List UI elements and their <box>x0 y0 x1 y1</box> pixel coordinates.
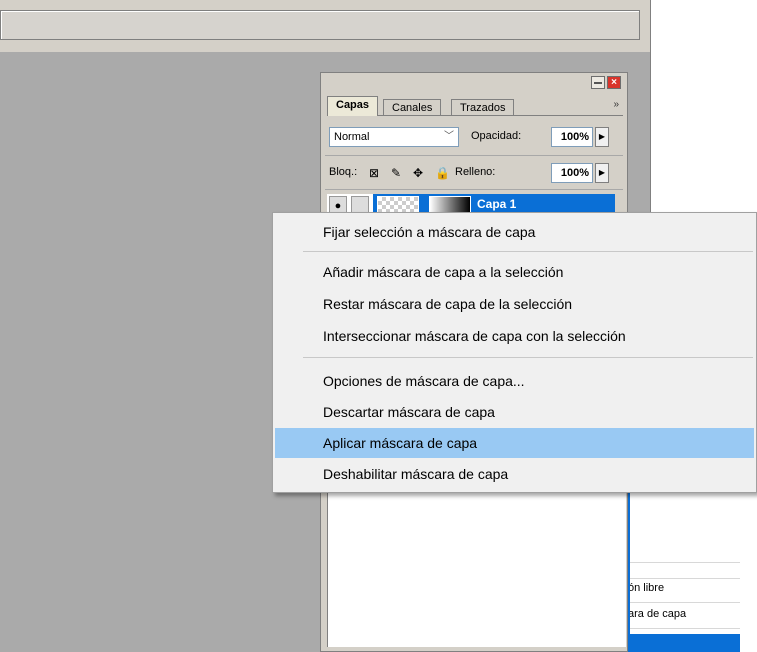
menu-item-restar-mascara[interactable]: Restar máscara de capa de la selección <box>275 289 754 319</box>
menu-separator <box>303 357 753 358</box>
options-field[interactable] <box>0 10 640 40</box>
history-panel-border <box>628 490 630 652</box>
opacity-input[interactable]: 100% <box>551 127 593 147</box>
blend-mode-value: Normal <box>334 131 370 143</box>
menu-item-anadir-mascara[interactable]: Añadir máscara de capa a la selección <box>275 257 754 287</box>
history-item[interactable]: ara de capa <box>628 608 686 620</box>
history-item[interactable]: ón libre <box>628 582 664 594</box>
close-icon[interactable]: × <box>607 76 621 89</box>
panel-titlebar[interactable]: × <box>321 73 627 93</box>
fill-arrow-icon[interactable]: ▶ <box>595 163 609 183</box>
lock-brush-icon[interactable]: ✎ <box>391 167 403 179</box>
menu-separator <box>303 251 753 252</box>
layer-name: Capa 1 <box>477 197 517 211</box>
context-menu: Fijar selección a máscara de capa Añadir… <box>272 212 757 493</box>
panel-tabs: Capas Canales Trazados » <box>327 95 623 116</box>
panel-divider <box>325 155 623 156</box>
panel-menu-icon[interactable]: » <box>613 99 619 110</box>
lock-all-icon[interactable]: 🔒 <box>435 167 450 179</box>
options-bar <box>0 0 651 52</box>
tab-canales[interactable]: Canales <box>383 99 442 115</box>
history-divider <box>628 628 740 629</box>
opacity-label: Opacidad: <box>471 130 522 142</box>
blend-mode-select[interactable]: Normal ﹀ <box>329 127 459 147</box>
menu-item-deshabilitar-mascara[interactable]: Deshabilitar máscara de capa <box>275 459 754 489</box>
fill-input[interactable]: 100% <box>551 163 593 183</box>
lock-row: Bloq.: ⊠ ✎ ✥ 🔒 Relleno: 100% ▶ <box>329 163 621 185</box>
menu-item-opciones-mascara[interactable]: Opciones de máscara de capa... <box>275 366 754 396</box>
menu-item-descartar-mascara[interactable]: Descartar máscara de capa <box>275 397 754 427</box>
menu-item-fijar-seleccion[interactable]: Fijar selección a máscara de capa <box>275 217 754 247</box>
menu-item-interseccionar-mascara[interactable]: Interseccionar máscara de capa con la se… <box>275 321 754 351</box>
chevron-down-icon: ﹀ <box>444 131 454 142</box>
history-item-selected[interactable] <box>628 634 740 652</box>
lock-transparency-icon[interactable]: ⊠ <box>369 167 381 179</box>
history-divider <box>628 602 740 603</box>
history-panel: ón libre ara de capa <box>628 490 740 652</box>
history-divider <box>628 562 740 563</box>
tab-capas[interactable]: Capas <box>327 96 379 116</box>
blend-row: Normal ﹀ Opacidad: 100% ▶ <box>329 127 621 149</box>
lock-label: Bloq.: <box>329 166 358 178</box>
fill-label: Relleno: <box>455 166 496 178</box>
panel-divider <box>325 189 623 190</box>
opacity-arrow-icon[interactable]: ▶ <box>595 127 609 147</box>
history-divider <box>628 578 740 579</box>
menu-item-aplicar-mascara[interactable]: Aplicar máscara de capa <box>275 428 754 458</box>
tab-trazados[interactable]: Trazados <box>451 99 515 115</box>
lock-move-icon[interactable]: ✥ <box>413 167 425 179</box>
minimize-icon[interactable] <box>591 76 605 89</box>
